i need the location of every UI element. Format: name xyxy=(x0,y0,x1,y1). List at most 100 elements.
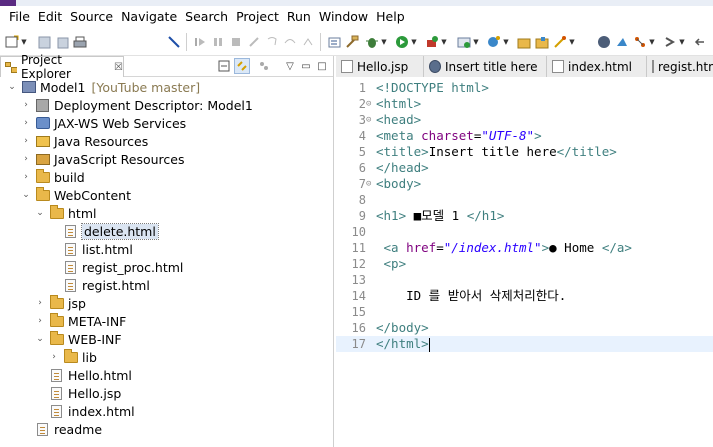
expand-toggle-icon[interactable]: ⌄ xyxy=(34,334,46,344)
tree-item-hello-html[interactable]: Hello.html xyxy=(0,366,333,384)
tree-item-regist-proc-html[interactable]: regist_proc.html xyxy=(0,258,333,276)
print-icon[interactable] xyxy=(72,34,88,50)
code-line[interactable]: 12 <p> xyxy=(336,256,713,272)
save-icon[interactable] xyxy=(36,34,52,50)
run-icon[interactable] xyxy=(394,34,410,50)
skip-breakpoints-icon[interactable] xyxy=(166,34,182,50)
expand-toggle-icon[interactable]: ⌄ xyxy=(34,208,46,218)
source-editor[interactable]: 1 <!DOCTYPE html> 2 ⊝ <html> 3 ⊝ <head> 4 <meta c… xyxy=(336,78,713,447)
expand-toggle-icon[interactable]: › xyxy=(20,100,32,110)
step-return-icon[interactable] xyxy=(300,34,316,50)
tree-item-javascript-resources[interactable]: › JavaScript Resources xyxy=(0,150,333,168)
disconnect-icon[interactable] xyxy=(246,34,262,50)
open-type-icon[interactable] xyxy=(534,34,550,50)
fold-toggle-icon[interactable]: ⊝ xyxy=(366,112,371,128)
code-line[interactable]: 9 <h1> ■모델 1 </h1> xyxy=(336,208,713,224)
run-dropdown-icon[interactable]: ▼ xyxy=(410,34,418,50)
tree-item-hello-jsp[interactable]: Hello.jsp xyxy=(0,384,333,402)
menu-search[interactable]: Search xyxy=(181,6,232,28)
link-with-editor-icon[interactable] xyxy=(234,58,250,74)
tree-item-lib[interactable]: › lib xyxy=(0,348,333,366)
coverage-dropdown-icon[interactable]: ▼ xyxy=(472,34,480,50)
open-console-icon[interactable] xyxy=(326,34,342,50)
build-icon[interactable] xyxy=(344,34,360,50)
coverage-icon[interactable] xyxy=(456,34,472,50)
expand-toggle-icon[interactable]: › xyxy=(20,154,32,164)
tree-item-list-html[interactable]: list.html xyxy=(0,240,333,258)
new-java-class-icon[interactable] xyxy=(486,34,502,50)
tree-item-regist-html[interactable]: regist.html xyxy=(0,276,333,294)
expand-toggle-icon[interactable]: › xyxy=(48,352,60,362)
debug-icon[interactable] xyxy=(364,34,380,50)
code-line[interactable]: 15 xyxy=(336,304,713,320)
menu-help[interactable]: Help xyxy=(372,6,409,28)
resume-icon[interactable] xyxy=(192,34,208,50)
menu-edit[interactable]: Edit xyxy=(34,6,66,28)
code-line[interactable]: 5 <title>Insert title here</title> xyxy=(336,144,713,160)
tab-index-html[interactable]: index.html xyxy=(547,56,647,77)
tab-hello-jsp[interactable]: Hello.jsp xyxy=(336,56,424,77)
new-wizard-icon[interactable] xyxy=(4,34,20,50)
close-icon[interactable]: ☒ xyxy=(114,62,123,73)
menu-window[interactable]: Window xyxy=(315,6,372,28)
tree-item-readme[interactable]: readme xyxy=(0,420,333,438)
expand-toggle-icon[interactable]: › xyxy=(20,118,32,128)
menu-run[interactable]: Run xyxy=(283,6,315,28)
step-into-icon[interactable] xyxy=(264,34,280,50)
tree-item-html-folder[interactable]: ⌄ html xyxy=(0,204,333,222)
maximize-icon[interactable]: □ xyxy=(314,58,330,74)
annotation-dropdown-icon[interactable]: ▼ xyxy=(678,34,686,50)
expand-toggle-icon[interactable]: ⌄ xyxy=(20,190,32,200)
new-package-icon[interactable] xyxy=(516,34,532,50)
debug-dropdown-icon[interactable]: ▼ xyxy=(380,34,388,50)
code-line[interactable]: 16 </body> xyxy=(336,320,713,336)
external-tools-icon[interactable] xyxy=(424,34,440,50)
tree-item-jsp-folder[interactable]: › jsp xyxy=(0,294,333,312)
tree-item-delete-html[interactable]: delete.html xyxy=(0,222,333,240)
open-perspective-icon[interactable] xyxy=(596,34,612,50)
fold-toggle-icon[interactable]: ⊝ xyxy=(366,96,371,112)
tree-item-jax-ws[interactable]: › JAX-WS Web Services xyxy=(0,114,333,132)
filters-icon[interactable] xyxy=(256,58,272,74)
code-line[interactable]: 1 <!DOCTYPE html> xyxy=(336,80,713,96)
code-line[interactable]: 14 ID 를 받아서 삭제처리한다. xyxy=(336,288,713,304)
menu-project[interactable]: Project xyxy=(232,6,283,28)
next-annotation-icon[interactable] xyxy=(662,34,678,50)
code-line[interactable]: 10 xyxy=(336,224,713,240)
collapse-all-icon[interactable] xyxy=(216,58,232,74)
code-line[interactable]: 2 ⊝ <html> xyxy=(336,96,713,112)
tree-item-web-inf[interactable]: ⌄ WEB-INF xyxy=(0,330,333,348)
suspend-icon[interactable] xyxy=(210,34,226,50)
git-perspective-icon[interactable] xyxy=(632,34,648,50)
view-menu-icon[interactable]: ▽ xyxy=(282,58,298,74)
code-line[interactable]: 11 <a href="/index.html">● Home </a> xyxy=(336,240,713,256)
code-line[interactable]: 6 </head> xyxy=(336,160,713,176)
new-class-dropdown-icon[interactable]: ▼ xyxy=(502,34,510,50)
menu-source[interactable]: Source xyxy=(66,6,117,28)
tree-item-build[interactable]: › build xyxy=(0,168,333,186)
menu-navigate[interactable]: Navigate xyxy=(117,6,181,28)
terminate-icon[interactable] xyxy=(228,34,244,50)
minimize-icon[interactable]: ▭ xyxy=(298,58,314,74)
expand-toggle-icon[interactable]: › xyxy=(34,316,46,326)
tab-regist-html[interactable]: regist.htm xyxy=(647,56,713,77)
code-line[interactable]: 17 </html> xyxy=(336,336,713,352)
search-icon[interactable] xyxy=(552,34,568,50)
code-line[interactable]: 4 <meta charset="UTF-8"> xyxy=(336,128,713,144)
code-line[interactable]: 13 xyxy=(336,272,713,288)
external-tools-dropdown-icon[interactable]: ▼ xyxy=(440,34,448,50)
java-ee-perspective-icon[interactable] xyxy=(614,34,630,50)
tree-item-model1[interactable]: ⌄ Model1 [YouTube master] xyxy=(0,78,333,96)
project-explorer-tab[interactable]: Project Explorer ☒ xyxy=(0,53,124,81)
tree-item-index-html[interactable]: index.html xyxy=(0,402,333,420)
code-line[interactable]: 8 xyxy=(336,192,713,208)
expand-toggle-icon[interactable]: › xyxy=(20,136,32,146)
perspective-dropdown-icon[interactable]: ▼ xyxy=(648,34,656,50)
code-line[interactable]: 7 ⊝ <body> xyxy=(336,176,713,192)
code-line[interactable]: 3 ⊝ <head> xyxy=(336,112,713,128)
expand-toggle-icon[interactable]: › xyxy=(20,172,32,182)
menu-file[interactable]: File xyxy=(5,6,34,28)
tree-item-deployment-descriptor[interactable]: › Deployment Descriptor: Model1 xyxy=(0,96,333,114)
save-all-icon[interactable] xyxy=(54,34,70,50)
tab-insert-title-here[interactable]: Insert title here xyxy=(424,56,547,77)
